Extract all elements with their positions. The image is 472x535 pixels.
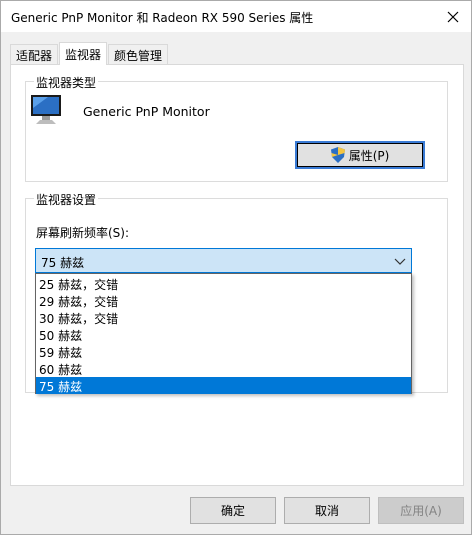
tab-adapter[interactable]: 适配器 — [10, 44, 59, 64]
group-title-monitor-type: 监视器类型 — [34, 74, 99, 91]
tab-color-management[interactable]: 颜色管理 — [108, 44, 169, 64]
chevron-down-icon — [394, 258, 406, 265]
close-icon[interactable] — [443, 7, 463, 27]
monitor-name: Generic PnP Monitor — [83, 104, 210, 119]
refresh-rate-selected-value: 75 赫兹 — [41, 256, 85, 270]
properties-dialog: Generic PnP Monitor 和 Radeon RX 590 Seri… — [0, 0, 472, 535]
ok-button[interactable]: 确定 — [190, 497, 276, 524]
uac-shield-icon — [330, 147, 345, 163]
refresh-rate-select[interactable]: 75 赫兹 — [35, 248, 412, 273]
title-bar[interactable]: Generic PnP Monitor 和 Radeon RX 590 Seri… — [1, 1, 471, 32]
dropdown-option[interactable]: 29 赫兹，交错 — [36, 292, 411, 309]
dropdown-option[interactable]: 50 赫兹 — [36, 326, 411, 343]
cancel-button[interactable]: 取消 — [284, 497, 370, 524]
refresh-rate-dropdown-list: 25 赫兹，交错 29 赫兹，交错 30 赫兹，交错 50 赫兹 59 赫兹 6… — [35, 273, 412, 394]
properties-button-label: 属性(P) — [348, 148, 390, 163]
dropdown-option[interactable]: 30 赫兹，交错 — [36, 309, 411, 326]
dropdown-option[interactable]: 60 赫兹 — [36, 360, 411, 377]
properties-button[interactable]: 属性(P) — [295, 141, 425, 169]
window-title: Generic PnP Monitor 和 Radeon RX 590 Seri… — [11, 11, 314, 25]
dropdown-option[interactable]: 25 赫兹，交错 — [36, 275, 411, 292]
monitor-icon — [28, 94, 64, 126]
dropdown-option[interactable]: 59 赫兹 — [36, 343, 411, 360]
apply-button[interactable]: 应用(A) — [378, 497, 464, 524]
refresh-rate-label: 屏幕刷新频率(S): — [36, 226, 130, 240]
dropdown-option-selected[interactable]: 75 赫兹 — [36, 377, 411, 394]
group-title-monitor-settings: 监视器设置 — [34, 191, 99, 208]
tab-monitor[interactable]: 监视器 — [59, 42, 108, 65]
